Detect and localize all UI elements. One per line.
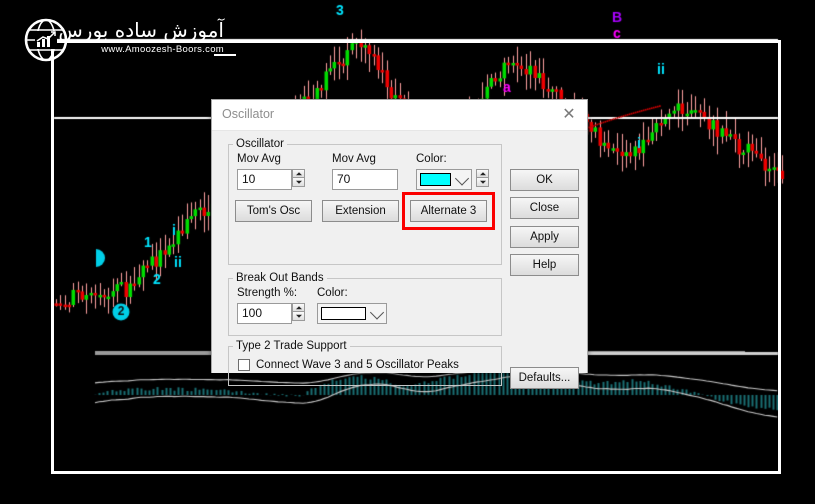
extension-button[interactable]: Extension [322,200,399,222]
ok-button[interactable]: OK [510,169,579,191]
connect-wave-peaks-checkbox[interactable] [238,359,250,371]
defaults-button[interactable]: Defaults... [510,367,579,389]
type-2-trade-support-legend: Type 2 Trade Support [236,340,347,352]
oscillator-color-swatch [420,173,451,186]
alternate-3-button[interactable]: Alternate 3 [410,200,487,222]
brand-logo: آموزش ساده بورس www.Amoozesh-Boors.com [18,14,236,66]
apply-button[interactable]: Apply [510,226,579,248]
screenshot-root: آموزش ساده بورس www.Amoozesh-Boors.com O… [0,0,815,504]
mov-avg-2-label: Mov Avg [332,153,376,165]
dialog-body: Oscillator Mov Avg 10 Mov Avg 70 Color: … [212,131,587,389]
oscillator-dialog[interactable]: Oscillator ✕ Oscillator Mov Avg 10 Mov A… [211,99,588,389]
bands-color-dropdown[interactable] [317,303,387,324]
dialog-title-bar[interactable]: Oscillator ✕ [212,100,587,131]
mov-avg-1-stepper[interactable] [292,169,305,190]
chevron-down-icon[interactable] [454,170,470,186]
break-out-bands-legend: Break Out Bands [236,272,324,284]
spinner-up-icon[interactable] [476,169,489,178]
oscillator-group-legend: Oscillator [236,138,284,150]
strength-stepper[interactable] [292,303,305,324]
oscillator-color-stepper[interactable] [476,169,489,190]
chevron-down-icon[interactable] [369,304,385,320]
logo-divider [214,54,236,56]
mov-avg-2-input[interactable]: 70 [332,169,398,190]
brand-name-fa: آموزش ساده بورس [58,18,224,42]
strength-label: Strength %: [237,287,298,299]
brand-website: www.Amoozesh-Boors.com [101,44,224,55]
spinner-down-icon[interactable] [476,178,489,187]
close-icon[interactable]: ✕ [557,104,581,126]
bands-color-swatch [321,307,366,320]
spinner-up-icon[interactable] [292,303,305,312]
help-button[interactable]: Help [510,254,579,276]
toms-osc-button[interactable]: Tom's Osc [235,200,312,222]
oscillator-color-label: Color: [416,153,447,165]
close-button[interactable]: Close [510,197,579,219]
bands-color-label: Color: [317,287,348,299]
spinner-down-icon[interactable] [292,312,305,321]
dialog-title: Oscillator [222,107,275,121]
mov-avg-1-input[interactable]: 10 [237,169,292,190]
oscillator-color-dropdown[interactable] [416,169,472,190]
spinner-up-icon[interactable] [292,169,305,178]
mov-avg-1-label: Mov Avg [237,153,281,165]
strength-input[interactable]: 100 [237,303,292,324]
connect-wave-peaks-label: Connect Wave 3 and 5 Oscillator Peaks [256,359,459,371]
spinner-down-icon[interactable] [292,178,305,187]
